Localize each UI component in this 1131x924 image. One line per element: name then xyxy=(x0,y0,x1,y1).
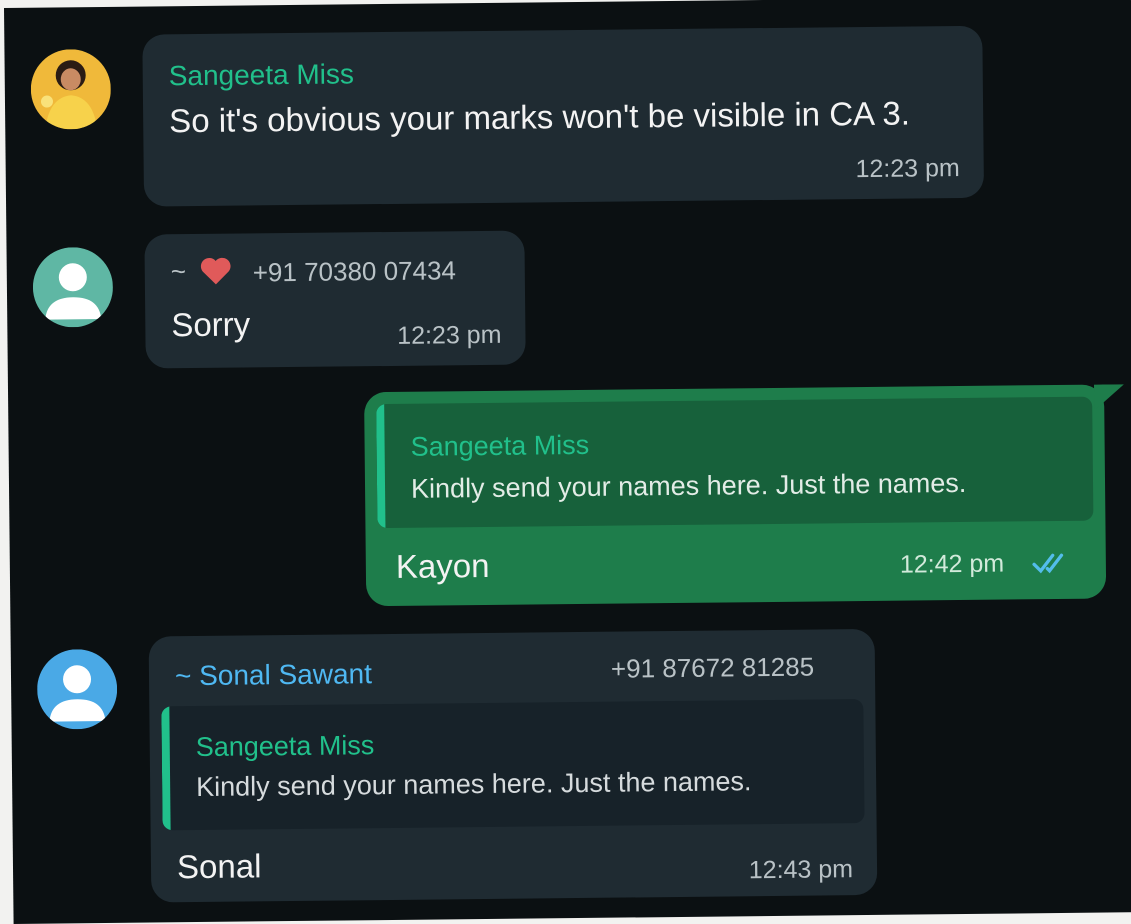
quoted-message[interactable]: Sangeeta Miss Kindly send your names her… xyxy=(376,396,1094,529)
quoted-sender: Sangeeta Miss xyxy=(410,429,590,462)
sender-prefix: ~ xyxy=(170,256,187,287)
avatar-sangeeta-miss[interactable] xyxy=(30,48,112,130)
message-time: 12:43 pm xyxy=(748,855,854,885)
sender-name: Sangeeta Miss xyxy=(168,58,355,92)
message-time: 12:42 pm xyxy=(899,549,1005,579)
message-text: Kayon xyxy=(395,546,490,585)
message-bubble-unknown[interactable]: ~ +91 70380 07434 Sorry 12:23 pm xyxy=(144,230,526,369)
avatar-default[interactable] xyxy=(32,246,114,328)
chat-screen: Sangeeta Miss So it's obvious your marks… xyxy=(4,0,1131,924)
sender-phone: +91 87672 81285 xyxy=(610,651,815,684)
message-time: 12:23 pm xyxy=(855,154,960,184)
quoted-sender: Sangeeta Miss xyxy=(195,730,375,763)
quote-bar xyxy=(376,404,386,529)
message-bubble-sangeeta[interactable]: Sangeeta Miss So it's obvious your marks… xyxy=(142,25,985,207)
heart-icon xyxy=(200,257,231,285)
message-text: Sorry xyxy=(171,305,251,344)
sender-phone: +91 70380 07434 xyxy=(252,255,457,288)
sender-name: ~ Sonal Sawant xyxy=(174,658,373,692)
profile-photo-icon xyxy=(30,48,112,130)
default-user-icon xyxy=(36,648,118,730)
quoted-message[interactable]: Sangeeta Miss Kindly send your names her… xyxy=(161,699,865,831)
quoted-text: Kindly send your names here. Just the na… xyxy=(410,467,967,504)
quote-bar xyxy=(161,706,171,831)
message-time: 12:23 pm xyxy=(397,320,502,350)
outgoing-bubble-tail xyxy=(1094,384,1125,411)
default-user-icon xyxy=(32,246,114,328)
message-bubble-outgoing[interactable]: Sangeeta Miss Kindly send your names her… xyxy=(364,384,1107,607)
double-check-read-icon xyxy=(1032,553,1064,574)
quoted-text: Kindly send your names here. Just the na… xyxy=(196,766,752,803)
message-text: So it's obvious your marks won't be visi… xyxy=(168,94,911,140)
avatar-default-blue[interactable] xyxy=(36,648,118,730)
message-bubble-sonal[interactable]: ~ Sonal Sawant +91 87672 81285 Sangeeta … xyxy=(148,628,878,903)
message-text: Sonal xyxy=(176,847,262,886)
